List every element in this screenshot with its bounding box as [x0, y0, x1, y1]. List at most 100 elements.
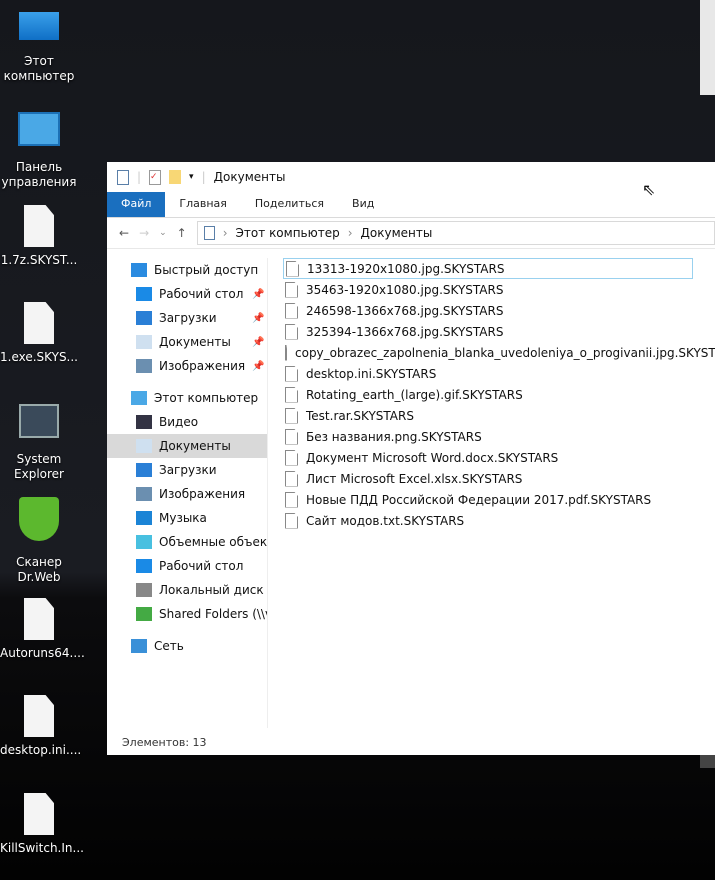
nav-item-label: Загрузки	[159, 463, 217, 477]
documents-icon	[136, 439, 152, 453]
recent-chevron-icon[interactable]: ⌄	[159, 228, 167, 238]
download-icon	[136, 463, 152, 477]
nav-item[interactable]: Быстрый доступ	[107, 258, 267, 282]
file-icon	[285, 302, 298, 319]
music-icon	[136, 511, 152, 525]
file-row[interactable]: desktop.ini.SKYSTARS	[283, 363, 693, 384]
pictures-icon	[136, 359, 152, 373]
file-row[interactable]: Test.rar.SKYSTARS	[283, 405, 693, 426]
file-row[interactable]: 35463-1920x1080.jpg.SKYSTARS	[283, 279, 693, 300]
file-row[interactable]: Rotating_earth_(large).gif.SKYSTARS	[283, 384, 693, 405]
desktop-icon-item[interactable]: 1.exe.SKYS...	[0, 302, 78, 365]
nav-item[interactable]: Shared Folders (\\vmware-host)	[107, 602, 267, 626]
breadcrumb-this-pc[interactable]: Этот компьютер	[236, 226, 340, 240]
nav-item-label: Документы	[159, 335, 231, 349]
separator: |	[201, 170, 206, 184]
desktop-icon-item[interactable]: Панель управления	[0, 112, 78, 190]
pin-icon[interactable]: 📌	[252, 337, 264, 348]
video-icon	[136, 415, 152, 429]
file-icon	[24, 598, 54, 640]
nav-item[interactable]: Объемные объекты	[107, 530, 267, 554]
nav-item[interactable]: Загрузки	[107, 458, 267, 482]
nav-item[interactable]: Рабочий стол	[107, 554, 267, 578]
pin-icon[interactable]: 📌	[252, 361, 264, 372]
file-name: 35463-1920x1080.jpg.SKYSTARS	[306, 282, 504, 297]
desktop-icon-item[interactable]: 1.7z.SKYST...	[0, 205, 78, 268]
pin-icon[interactable]: 📌	[252, 313, 264, 324]
nav-item-label: Этот компьютер	[154, 391, 259, 405]
up-icon[interactable]: ↑	[177, 226, 187, 240]
desktop-icon-label: Этот компьютер	[3, 54, 75, 83]
file-icon	[24, 695, 54, 737]
desktop-icon	[136, 287, 152, 301]
file-name: Rotating_earth_(large).gif.SKYSTARS	[306, 387, 523, 402]
file-icon	[285, 470, 298, 487]
checkmark-icon[interactable]: ✓	[149, 169, 162, 185]
nav-item[interactable]: Этот компьютер	[107, 386, 267, 410]
nav-item[interactable]: Документы 📌	[107, 330, 267, 354]
desktop-icon-item[interactable]: desktop.ini....	[0, 695, 82, 758]
desktop-icon-label: Autoruns64....	[0, 646, 85, 660]
nav-item[interactable]: Документы	[107, 434, 267, 458]
file-row[interactable]: 325394-1366x768.jpg.SKYSTARS	[283, 321, 693, 342]
desktop-icon-item[interactable]: System Explorer	[0, 404, 78, 482]
back-icon[interactable]: ←	[119, 226, 129, 240]
file-icon	[286, 260, 299, 277]
file-name: copy_obrazec_zapolnenia_blanka_uvedoleni…	[295, 345, 715, 360]
nav-item[interactable]: Изображения	[107, 482, 267, 506]
nav-item-label: Объемные объекты	[159, 535, 267, 549]
file-row[interactable]: Без названия.png.SKYSTARS	[283, 426, 693, 447]
file-icon	[285, 512, 298, 529]
nav-item[interactable]: Рабочий стол 📌	[107, 282, 267, 306]
desktop-icon-label: desktop.ini....	[0, 743, 82, 757]
address-bar[interactable]: › Этот компьютер › Документы	[196, 221, 715, 245]
tab-share[interactable]: Поделиться	[241, 192, 338, 217]
pane-divider[interactable]	[267, 258, 268, 728]
file-icon	[24, 302, 54, 344]
nav-item-label: Рабочий стол	[159, 287, 244, 301]
nav-item[interactable]: Музыка	[107, 506, 267, 530]
tab-home[interactable]: Главная	[165, 192, 241, 217]
file-row[interactable]: 13313-1920x1080.jpg.SKYSTARS	[283, 258, 693, 279]
nav-item[interactable]: Видео	[107, 410, 267, 434]
file-row[interactable]: Сайт модов.txt.SKYSTARS	[283, 510, 693, 531]
separator: |	[137, 170, 142, 184]
desktop-icon-item[interactable]: Этот компьютер	[0, 12, 78, 84]
breadcrumb-documents[interactable]: Документы	[361, 226, 433, 240]
nav-item-label: Загрузки	[159, 311, 217, 325]
nav-item[interactable]: Сеть	[107, 634, 267, 658]
nav-item[interactable]: Загрузки 📌	[107, 306, 267, 330]
nav-item-label: Документы	[159, 439, 231, 453]
nav-item-label: Изображения	[159, 487, 246, 501]
file-icon	[24, 793, 54, 835]
control-panel-icon	[18, 112, 60, 146]
desktop-icon-item[interactable]: KillSwitch.In...	[0, 793, 84, 856]
file-name: Документ Microsoft Word.docx.SKYSTARS	[306, 450, 559, 465]
file-icon	[24, 205, 54, 247]
new-folder-icon[interactable]	[169, 170, 182, 184]
forward-icon[interactable]: →	[139, 226, 149, 240]
file-row[interactable]: Документ Microsoft Word.docx.SKYSTARS	[283, 447, 693, 468]
ribbon-tabs: Файл Главная Поделиться Вид	[107, 192, 715, 218]
desktop-icon-item[interactable]: Сканер Dr.Web	[0, 497, 78, 585]
nav-item-label: Рабочий стол	[159, 559, 244, 573]
nav-item[interactable]: Изображения 📌	[107, 354, 267, 378]
pin-icon[interactable]: 📌	[252, 289, 264, 300]
file-row[interactable]: copy_obrazec_zapolnenia_blanka_uvedoleni…	[283, 342, 715, 363]
title-bar: | ✓ ▾ | Документы ⇖	[107, 162, 715, 199]
nav-item[interactable]: Локальный диск (C:)	[107, 578, 267, 602]
star-icon	[131, 263, 147, 277]
documents-icon	[203, 226, 215, 240]
tab-file[interactable]: Файл	[107, 192, 166, 217]
file-row[interactable]: Лист Microsoft Excel.xlsx.SKYSTARS	[283, 468, 693, 489]
desktop-icon-item[interactable]: Autoruns64....	[0, 598, 85, 661]
computer-icon	[131, 391, 147, 405]
tab-view[interactable]: Вид	[338, 192, 388, 217]
file-row[interactable]: Новые ПДД Российской Федерации 2017.pdf.…	[283, 489, 693, 510]
file-icon	[285, 323, 298, 340]
properties-icon[interactable]	[117, 169, 129, 185]
file-row[interactable]: 246598-1366x768.jpg.SKYSTARS	[283, 300, 693, 321]
cursor-icon: ⇖	[642, 180, 656, 199]
drweb-icon	[19, 497, 59, 541]
customize-toolbar-icon[interactable]: ▾	[189, 172, 194, 182]
